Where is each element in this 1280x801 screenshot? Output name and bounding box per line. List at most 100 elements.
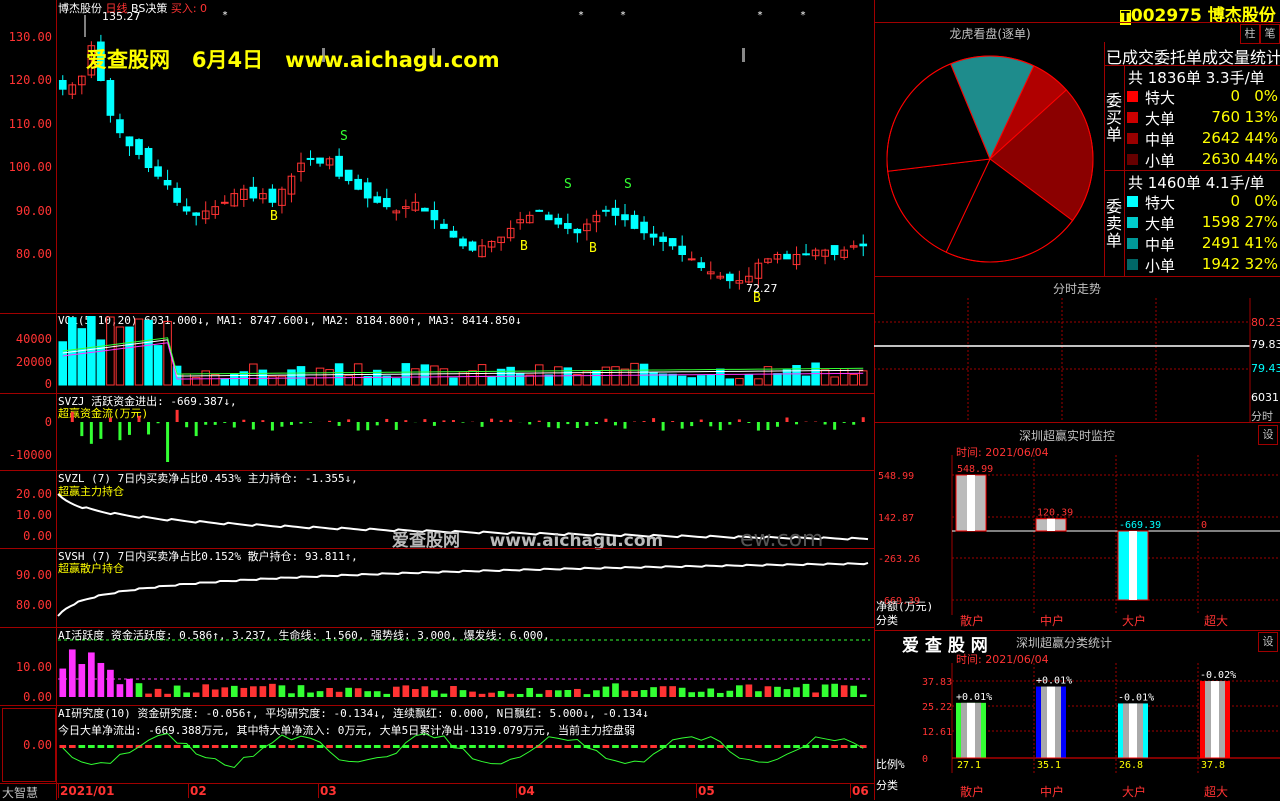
research-bar <box>678 745 686 748</box>
classify-settings-button[interactable]: 设 <box>1258 632 1278 652</box>
activity-bar <box>764 686 772 697</box>
candle <box>306 157 315 160</box>
monitor-value-label: 120.39 <box>1037 508 1073 519</box>
order-pct: 27% <box>1244 213 1278 231</box>
svsh-chart[interactable] <box>0 548 874 627</box>
monitor-bar-highlight <box>1047 518 1055 531</box>
activity-bar <box>183 692 190 697</box>
research-bar <box>116 745 124 748</box>
research-bar <box>211 745 219 748</box>
ai-active-chart[interactable] <box>0 627 874 705</box>
research-bar <box>488 745 495 748</box>
classify-change: -0.01% <box>1118 692 1154 703</box>
tab-col[interactable]: 柱 <box>1240 24 1260 44</box>
activity-bar <box>202 684 210 697</box>
candle <box>373 196 382 203</box>
volume-bar <box>754 378 763 386</box>
activity-bar <box>440 693 448 697</box>
classify-y-tick: 25.22 <box>922 702 952 713</box>
classify-category: 散户 <box>960 784 984 799</box>
research-bar <box>736 745 743 748</box>
volume-bar <box>258 369 268 386</box>
volume-bar <box>449 377 458 386</box>
sell-signal: S <box>564 177 572 192</box>
x-tick-mark <box>696 784 697 798</box>
research-bar <box>202 745 210 748</box>
activity-bar <box>688 692 696 697</box>
activity-bar <box>192 692 200 697</box>
x-tick-mark <box>58 784 59 798</box>
activity-bar <box>659 686 667 697</box>
volume-chart[interactable] <box>0 313 874 393</box>
research-bar <box>278 745 286 748</box>
research-bar <box>716 745 724 748</box>
activity-bar <box>535 693 543 697</box>
candle <box>649 233 658 238</box>
activity-bar <box>697 691 705 697</box>
volume-bar <box>115 326 125 386</box>
monitor-y-tick: 548.99 <box>878 471 914 482</box>
candle <box>344 169 353 182</box>
volume-bar <box>830 376 839 386</box>
activity-bar <box>774 686 781 697</box>
x-tick: 02 <box>190 784 207 798</box>
classify-chart[interactable]: 37.83 25.22 12.61 0 +0.01% 27.1 散户 +0.01% 35.1 中户… <box>874 663 1280 800</box>
y-tick-main_chart: 110.00 <box>8 117 52 131</box>
candle <box>659 236 667 242</box>
volume-bar <box>534 364 544 386</box>
research-bar <box>373 745 381 748</box>
y-tick-ai_active: 0.00 <box>23 690 52 704</box>
tab-pen[interactable]: 笔 <box>1260 24 1280 44</box>
x-tick-mark <box>188 784 189 798</box>
y-tick-ai_research: 0.00 <box>23 738 52 752</box>
activity-bar <box>221 687 229 697</box>
x-tick-mark <box>318 784 319 798</box>
volume-bar <box>296 366 306 386</box>
svzj-chart[interactable] <box>0 393 874 470</box>
activity-bar <box>526 687 534 697</box>
intraday-title: 分时走势 <box>1052 282 1101 296</box>
classify-y-tick: 12.61 <box>922 727 952 738</box>
buy-total: 共 1836单 3.3手/单 <box>1128 69 1265 87</box>
classify-category: 中户 <box>1040 784 1064 799</box>
research-bar <box>469 745 476 748</box>
y-tick-main_chart: 130.00 <box>8 30 52 44</box>
monitor-settings-button[interactable]: 设 <box>1258 425 1278 445</box>
activity-bar <box>164 693 171 697</box>
candle <box>354 178 363 190</box>
activity-bar <box>59 668 67 697</box>
star-marker: * <box>222 10 228 21</box>
research-bar <box>173 745 181 748</box>
candle <box>678 245 687 255</box>
research-bar <box>783 745 791 748</box>
candle <box>687 258 696 261</box>
intraday-tick: 6031 <box>1251 391 1279 404</box>
volume-bar <box>668 373 677 386</box>
activity-bar <box>402 685 410 697</box>
volume-bar <box>220 378 230 386</box>
volume-bar <box>515 373 525 386</box>
activity-bar <box>859 694 867 697</box>
research-bar <box>640 745 648 748</box>
volume-bar <box>420 364 430 386</box>
research-bar <box>307 745 314 748</box>
order-count: 760 <box>1211 108 1240 126</box>
stock-code: 002975 <box>1130 6 1202 26</box>
activity-bar <box>259 686 267 697</box>
ai-research-chart[interactable] <box>0 705 874 783</box>
candle <box>192 212 201 216</box>
candle <box>535 209 544 212</box>
legend-swatch <box>1127 259 1138 270</box>
research-bar <box>412 745 419 748</box>
y-tick-main_chart: 90.00 <box>15 204 52 218</box>
activity-bar <box>78 664 86 697</box>
volume-bar <box>687 377 696 386</box>
retail-line <box>57 561 869 617</box>
gray-marker <box>742 48 745 62</box>
volume-bar <box>801 375 811 386</box>
activity-bar <box>564 690 572 697</box>
order-name: 大单 <box>1145 110 1176 128</box>
intraday-chart[interactable] <box>874 298 1280 422</box>
activity-bar <box>431 690 438 697</box>
monitor-chart[interactable]: 548.99 142.87 -263.26 -669.39 548.99 散户 120.39… <box>874 455 1280 630</box>
